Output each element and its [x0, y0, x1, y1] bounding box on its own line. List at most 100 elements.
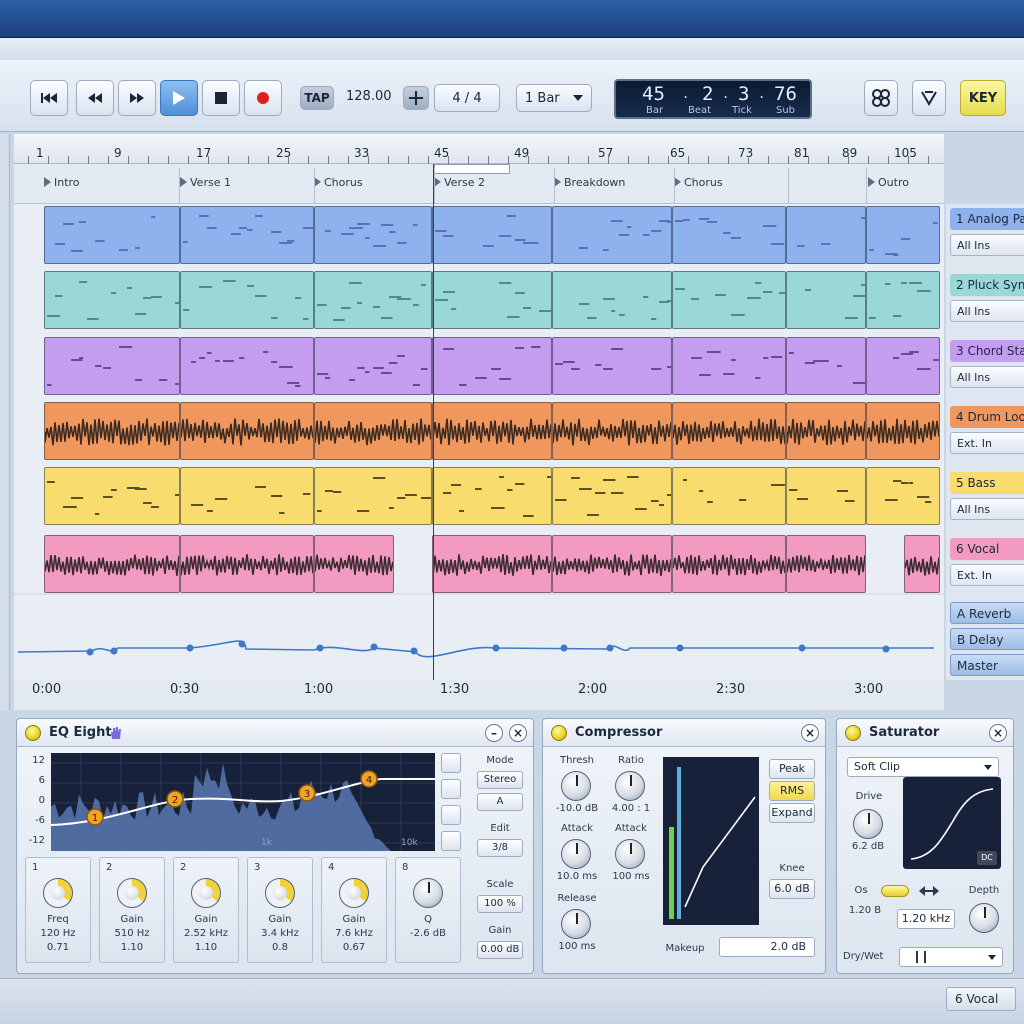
clip[interactable] [672, 535, 786, 593]
saturator-freq-field[interactable]: 1.20 kHz [897, 909, 955, 929]
clip[interactable] [552, 467, 672, 525]
marker-2[interactable]: Chorus [314, 176, 363, 189]
clip[interactable] [866, 467, 940, 525]
automation-point[interactable] [492, 644, 500, 652]
bar-ruler[interactable]: 1 9 17 25 33 45 49 57 65 73 81 89 105 [14, 134, 944, 164]
clip[interactable] [786, 467, 866, 525]
drive-knob[interactable] [853, 809, 883, 839]
clip[interactable] [180, 337, 314, 395]
eq-scale-value[interactable]: 100 % [477, 895, 523, 913]
clip[interactable] [552, 206, 672, 264]
eq-gain-value[interactable]: 0.00 dB [477, 941, 523, 959]
clip[interactable] [432, 535, 552, 593]
track-input-2[interactable]: All Ins [950, 300, 1024, 322]
clip[interactable] [786, 337, 866, 395]
eq-band-knob[interactable] [413, 878, 443, 908]
os-toggle[interactable] [881, 885, 909, 897]
clip[interactable] [552, 535, 672, 593]
automation-point[interactable] [798, 644, 806, 652]
compressor-close-button[interactable]: × [801, 724, 819, 742]
track-name-2[interactable]: 2 Pluck Synth [950, 274, 1024, 296]
clip[interactable] [314, 402, 432, 460]
marker-6[interactable]: Outro [868, 176, 909, 189]
peak-button[interactable]: Peak [769, 759, 815, 779]
clip[interactable] [432, 337, 552, 395]
go-to-start-button[interactable] [30, 80, 68, 116]
clip[interactable] [786, 271, 866, 329]
saturator-mode-dropdown[interactable]: Soft Clip [847, 757, 999, 777]
clip[interactable] [180, 402, 314, 460]
tap-tempo-button[interactable]: TAP [300, 86, 334, 110]
bus-0[interactable]: A Reverb [950, 602, 1024, 624]
automation-point[interactable] [606, 644, 614, 652]
clip[interactable] [432, 271, 552, 329]
automation-point[interactable] [560, 644, 568, 652]
stop-button[interactable] [202, 80, 240, 116]
clip[interactable] [552, 337, 672, 395]
marker-3[interactable]: Verse 2 [434, 176, 485, 189]
track-input-5[interactable]: All Ins [950, 498, 1024, 520]
clip[interactable] [672, 337, 786, 395]
play-button[interactable] [160, 80, 198, 116]
clip[interactable] [672, 206, 786, 264]
punch-button[interactable] [912, 80, 946, 116]
track-input-1[interactable]: All Ins [950, 234, 1024, 256]
automation-point[interactable] [86, 648, 94, 656]
attack2-knob[interactable] [615, 839, 645, 869]
selected-track-label[interactable]: 6 Vocal [946, 987, 1016, 1011]
eq-band-knob[interactable] [265, 878, 295, 908]
track-input-3[interactable]: All Ins [950, 366, 1024, 388]
clip[interactable] [44, 206, 180, 264]
time-signature-field[interactable]: 4 / 4 [434, 84, 500, 112]
dc-button[interactable]: DC [977, 851, 997, 865]
clip[interactable] [786, 206, 866, 264]
minimize-button[interactable]: – [485, 724, 503, 742]
rms-button[interactable]: RMS [769, 781, 815, 801]
clip[interactable] [180, 206, 314, 264]
clip[interactable] [314, 467, 432, 525]
eq-mode-select[interactable]: Stereo [477, 771, 523, 789]
bus-2[interactable]: Master [950, 654, 1024, 676]
clip[interactable] [44, 535, 180, 593]
automation-point[interactable] [238, 640, 246, 648]
clip[interactable] [432, 402, 552, 460]
metronome-button[interactable] [403, 86, 429, 110]
close-button[interactable]: × [509, 724, 527, 742]
expand-button[interactable]: Expand [769, 803, 815, 823]
automation-point[interactable] [676, 644, 684, 652]
automation-point[interactable] [410, 647, 418, 655]
loop-brace[interactable] [434, 164, 510, 174]
eq-band-knob[interactable] [43, 878, 73, 908]
track-name-3[interactable]: 3 Chord Stabs [950, 340, 1024, 362]
clip[interactable] [44, 467, 180, 525]
clip[interactable] [866, 402, 940, 460]
clip[interactable] [180, 271, 314, 329]
clip[interactable] [866, 206, 940, 264]
clip[interactable] [866, 271, 940, 329]
eq-band-knob[interactable] [117, 878, 147, 908]
marker-5[interactable]: Chorus [674, 176, 723, 189]
eq-edit-value[interactable]: 3/8 [477, 839, 523, 857]
rewind-button[interactable] [76, 80, 114, 116]
attack-knob[interactable] [561, 839, 591, 869]
drywet-handle[interactable] [916, 951, 926, 963]
clip[interactable] [786, 535, 866, 593]
clip[interactable] [44, 337, 180, 395]
clip[interactable] [432, 206, 552, 264]
automation-point[interactable] [110, 647, 118, 655]
compressor-power-led[interactable] [551, 725, 567, 741]
clip[interactable] [180, 535, 314, 593]
automation-point[interactable] [370, 643, 378, 651]
playhead[interactable] [433, 164, 434, 680]
marker-4[interactable]: Breakdown [554, 176, 625, 189]
thresh-knob[interactable] [561, 771, 591, 801]
clip[interactable] [786, 402, 866, 460]
track-name-1[interactable]: 1 Analog Pad [950, 208, 1024, 230]
quantize-dropdown[interactable]: 1 Bar [516, 84, 592, 112]
clip[interactable] [552, 271, 672, 329]
ratio-knob[interactable] [615, 771, 645, 801]
clip[interactable] [314, 271, 432, 329]
release-knob[interactable] [561, 909, 591, 939]
fast-forward-button[interactable] [118, 80, 156, 116]
marker-0[interactable]: Intro [44, 176, 80, 189]
